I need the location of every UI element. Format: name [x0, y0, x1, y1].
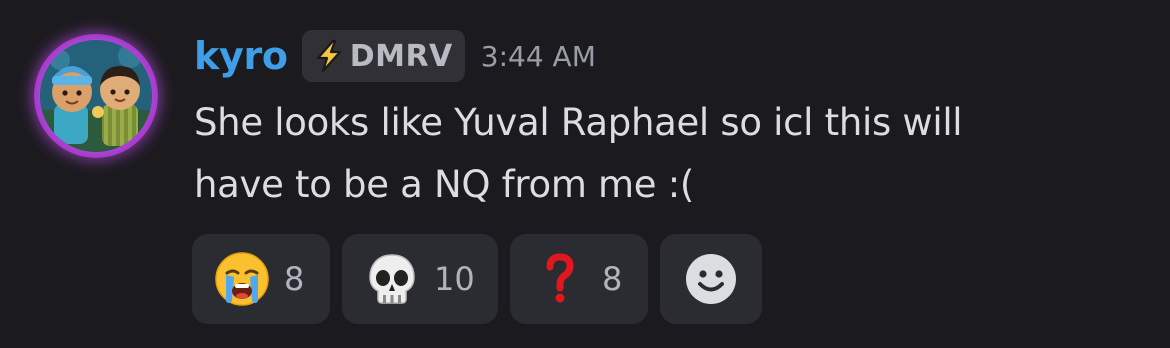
avatar[interactable]	[34, 34, 158, 158]
loudly-crying-face-icon	[215, 252, 269, 306]
message-timestamp: 3:44 AM	[480, 39, 596, 73]
reaction-count: 8	[284, 260, 305, 298]
message-line: have to be a NQ from me :(	[194, 163, 694, 206]
username[interactable]: kyro	[194, 37, 288, 75]
add-reaction-button[interactable]	[660, 234, 762, 324]
red-question-mark-icon	[546, 253, 574, 303]
server-tag-badge[interactable]: DMRV	[301, 30, 465, 82]
reactions-bar: 8 10 8	[192, 234, 762, 324]
lightning-bolt-icon	[316, 39, 341, 73]
server-tag-label: DMRV	[349, 38, 453, 74]
skull-icon	[369, 254, 415, 304]
reaction-count: 10	[434, 260, 475, 298]
reaction-crying[interactable]: 8	[192, 234, 330, 324]
avatar-illustration-icon	[40, 40, 152, 152]
message-content: She looks like Yuval Raphael so icl this…	[194, 92, 1124, 216]
reaction-skull[interactable]: 10	[342, 234, 498, 324]
message-header: kyro DMRV 3:44 AM	[194, 28, 596, 84]
reaction-count: 8	[602, 260, 623, 298]
smiley-add-reaction-icon	[686, 254, 736, 304]
message-line: She looks like Yuval Raphael so icl this…	[194, 101, 963, 144]
avatar-image	[40, 40, 152, 152]
reaction-question[interactable]: 8	[510, 234, 648, 324]
chat-message: kyro DMRV 3:44 AM She looks like Yuval R…	[0, 0, 1170, 348]
